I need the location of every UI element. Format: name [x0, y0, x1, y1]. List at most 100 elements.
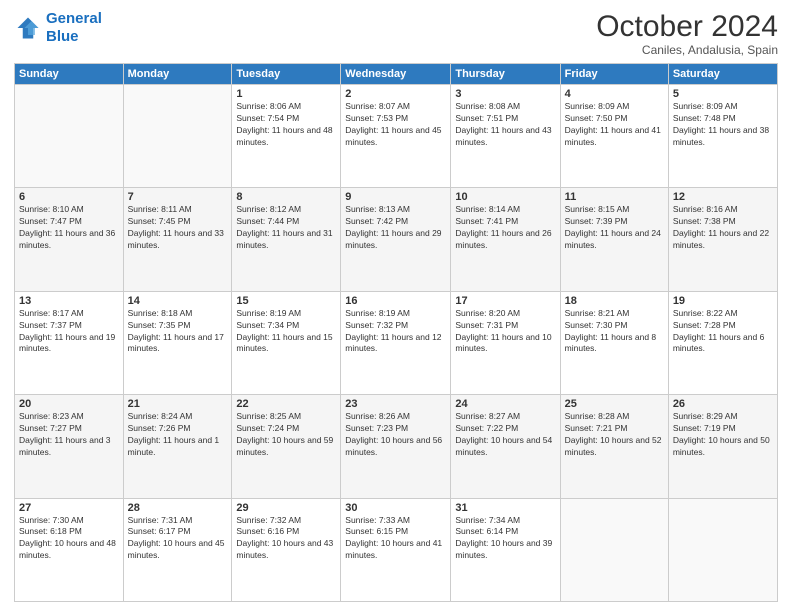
table-row: 12Sunrise: 8:16 AMSunset: 7:38 PMDayligh…: [668, 188, 777, 291]
table-row: 7Sunrise: 8:11 AMSunset: 7:45 PMDaylight…: [123, 188, 232, 291]
day-info-line: Sunrise: 7:32 AM: [236, 515, 336, 527]
day-info-line: Sunrise: 8:16 AM: [673, 204, 773, 216]
day-info-line: Daylight: 10 hours and 52 minutes.: [565, 435, 664, 459]
day-info: Sunrise: 8:10 AMSunset: 7:47 PMDaylight:…: [19, 204, 119, 252]
day-info: Sunrise: 8:07 AMSunset: 7:53 PMDaylight:…: [345, 101, 446, 149]
day-number: 12: [673, 191, 773, 203]
calendar-week-row: 6Sunrise: 8:10 AMSunset: 7:47 PMDaylight…: [15, 188, 778, 291]
table-row: 20Sunrise: 8:23 AMSunset: 7:27 PMDayligh…: [15, 395, 124, 498]
table-row: 22Sunrise: 8:25 AMSunset: 7:24 PMDayligh…: [232, 395, 341, 498]
day-number: 2: [345, 88, 446, 100]
day-info: Sunrise: 8:09 AMSunset: 7:48 PMDaylight:…: [673, 101, 773, 149]
header: General Blue October 2024 Caniles, Andal…: [14, 10, 778, 57]
header-saturday: Saturday: [668, 64, 777, 85]
day-info: Sunrise: 8:28 AMSunset: 7:21 PMDaylight:…: [565, 411, 664, 459]
day-info-line: Sunset: 7:26 PM: [128, 423, 228, 435]
day-info-line: Sunset: 7:47 PM: [19, 216, 119, 228]
header-friday: Friday: [560, 64, 668, 85]
day-info-line: Sunrise: 8:08 AM: [455, 101, 555, 113]
day-info-line: Sunset: 7:35 PM: [128, 320, 228, 332]
day-number: 22: [236, 398, 336, 410]
table-row: 29Sunrise: 7:32 AMSunset: 6:16 PMDayligh…: [232, 498, 341, 601]
day-info-line: Sunset: 7:45 PM: [128, 216, 228, 228]
day-info: Sunrise: 7:34 AMSunset: 6:14 PMDaylight:…: [455, 515, 555, 563]
day-info-line: Sunrise: 8:14 AM: [455, 204, 555, 216]
calendar-table: Sunday Monday Tuesday Wednesday Thursday…: [14, 63, 778, 602]
table-row: 16Sunrise: 8:19 AMSunset: 7:32 PMDayligh…: [341, 291, 451, 394]
table-row: 8Sunrise: 8:12 AMSunset: 7:44 PMDaylight…: [232, 188, 341, 291]
day-number: 23: [345, 398, 446, 410]
day-info-line: Daylight: 11 hours and 15 minutes.: [236, 332, 336, 356]
day-info-line: Daylight: 11 hours and 45 minutes.: [345, 125, 446, 149]
day-info-line: Sunrise: 8:10 AM: [19, 204, 119, 216]
day-info-line: Daylight: 10 hours and 59 minutes.: [236, 435, 336, 459]
day-info: Sunrise: 7:32 AMSunset: 6:16 PMDaylight:…: [236, 515, 336, 563]
table-row: 1Sunrise: 8:06 AMSunset: 7:54 PMDaylight…: [232, 85, 341, 188]
calendar-week-row: 27Sunrise: 7:30 AMSunset: 6:18 PMDayligh…: [15, 498, 778, 601]
day-info-line: Sunset: 7:32 PM: [345, 320, 446, 332]
table-row: 19Sunrise: 8:22 AMSunset: 7:28 PMDayligh…: [668, 291, 777, 394]
day-info: Sunrise: 8:16 AMSunset: 7:38 PMDaylight:…: [673, 204, 773, 252]
day-info-line: Sunrise: 8:07 AM: [345, 101, 446, 113]
day-number: 14: [128, 295, 228, 307]
day-info-line: Sunset: 7:22 PM: [455, 423, 555, 435]
day-number: 24: [455, 398, 555, 410]
day-info: Sunrise: 8:12 AMSunset: 7:44 PMDaylight:…: [236, 204, 336, 252]
day-info-line: Sunset: 7:37 PM: [19, 320, 119, 332]
day-info-line: Sunset: 7:19 PM: [673, 423, 773, 435]
day-info-line: Sunset: 6:18 PM: [19, 526, 119, 538]
page: General Blue October 2024 Caniles, Andal…: [0, 0, 792, 612]
day-number: 27: [19, 502, 119, 514]
day-info-line: Sunrise: 8:28 AM: [565, 411, 664, 423]
day-number: 31: [455, 502, 555, 514]
table-row: 27Sunrise: 7:30 AMSunset: 6:18 PMDayligh…: [15, 498, 124, 601]
day-info-line: Sunrise: 8:09 AM: [673, 101, 773, 113]
day-info-line: Sunset: 7:48 PM: [673, 113, 773, 125]
day-info-line: Daylight: 11 hours and 10 minutes.: [455, 332, 555, 356]
day-info: Sunrise: 8:08 AMSunset: 7:51 PMDaylight:…: [455, 101, 555, 149]
day-info-line: Sunrise: 8:06 AM: [236, 101, 336, 113]
day-number: 7: [128, 191, 228, 203]
day-info-line: Sunrise: 8:19 AM: [236, 308, 336, 320]
table-row: 13Sunrise: 8:17 AMSunset: 7:37 PMDayligh…: [15, 291, 124, 394]
day-info-line: Daylight: 10 hours and 43 minutes.: [236, 538, 336, 562]
table-row: 23Sunrise: 8:26 AMSunset: 7:23 PMDayligh…: [341, 395, 451, 498]
day-info-line: Daylight: 10 hours and 54 minutes.: [455, 435, 555, 459]
day-info-line: Sunset: 7:21 PM: [565, 423, 664, 435]
table-row: [668, 498, 777, 601]
day-info-line: Daylight: 10 hours and 39 minutes.: [455, 538, 555, 562]
logo-icon: [14, 14, 42, 42]
table-row: 26Sunrise: 8:29 AMSunset: 7:19 PMDayligh…: [668, 395, 777, 498]
day-info: Sunrise: 8:27 AMSunset: 7:22 PMDaylight:…: [455, 411, 555, 459]
day-info-line: Sunset: 7:44 PM: [236, 216, 336, 228]
day-info-line: Daylight: 10 hours and 41 minutes.: [345, 538, 446, 562]
table-row: 3Sunrise: 8:08 AMSunset: 7:51 PMDaylight…: [451, 85, 560, 188]
day-info-line: Sunset: 6:17 PM: [128, 526, 228, 538]
logo-line1: General: [46, 10, 102, 27]
day-info: Sunrise: 8:23 AMSunset: 7:27 PMDaylight:…: [19, 411, 119, 459]
day-info-line: Daylight: 11 hours and 8 minutes.: [565, 332, 664, 356]
day-number: 30: [345, 502, 446, 514]
logo: General Blue: [14, 10, 102, 46]
day-info-line: Daylight: 11 hours and 38 minutes.: [673, 125, 773, 149]
day-info-line: Daylight: 10 hours and 48 minutes.: [19, 538, 119, 562]
day-info-line: Sunrise: 8:25 AM: [236, 411, 336, 423]
day-info-line: Sunrise: 8:20 AM: [455, 308, 555, 320]
day-info-line: Sunset: 7:50 PM: [565, 113, 664, 125]
day-info-line: Sunrise: 7:31 AM: [128, 515, 228, 527]
table-row: 4Sunrise: 8:09 AMSunset: 7:50 PMDaylight…: [560, 85, 668, 188]
day-info-line: Daylight: 11 hours and 31 minutes.: [236, 228, 336, 252]
day-info-line: Sunset: 7:23 PM: [345, 423, 446, 435]
day-info-line: Daylight: 11 hours and 6 minutes.: [673, 332, 773, 356]
calendar-week-row: 1Sunrise: 8:06 AMSunset: 7:54 PMDaylight…: [15, 85, 778, 188]
table-row: 25Sunrise: 8:28 AMSunset: 7:21 PMDayligh…: [560, 395, 668, 498]
day-info-line: Sunrise: 8:09 AM: [565, 101, 664, 113]
day-info-line: Daylight: 11 hours and 29 minutes.: [345, 228, 446, 252]
logo-line2: Blue: [46, 28, 79, 45]
day-number: 17: [455, 295, 555, 307]
day-info-line: Sunrise: 8:11 AM: [128, 204, 228, 216]
table-row: 10Sunrise: 8:14 AMSunset: 7:41 PMDayligh…: [451, 188, 560, 291]
day-info-line: Daylight: 11 hours and 24 minutes.: [565, 228, 664, 252]
day-info-line: Daylight: 11 hours and 48 minutes.: [236, 125, 336, 149]
day-info-line: Sunset: 7:41 PM: [455, 216, 555, 228]
